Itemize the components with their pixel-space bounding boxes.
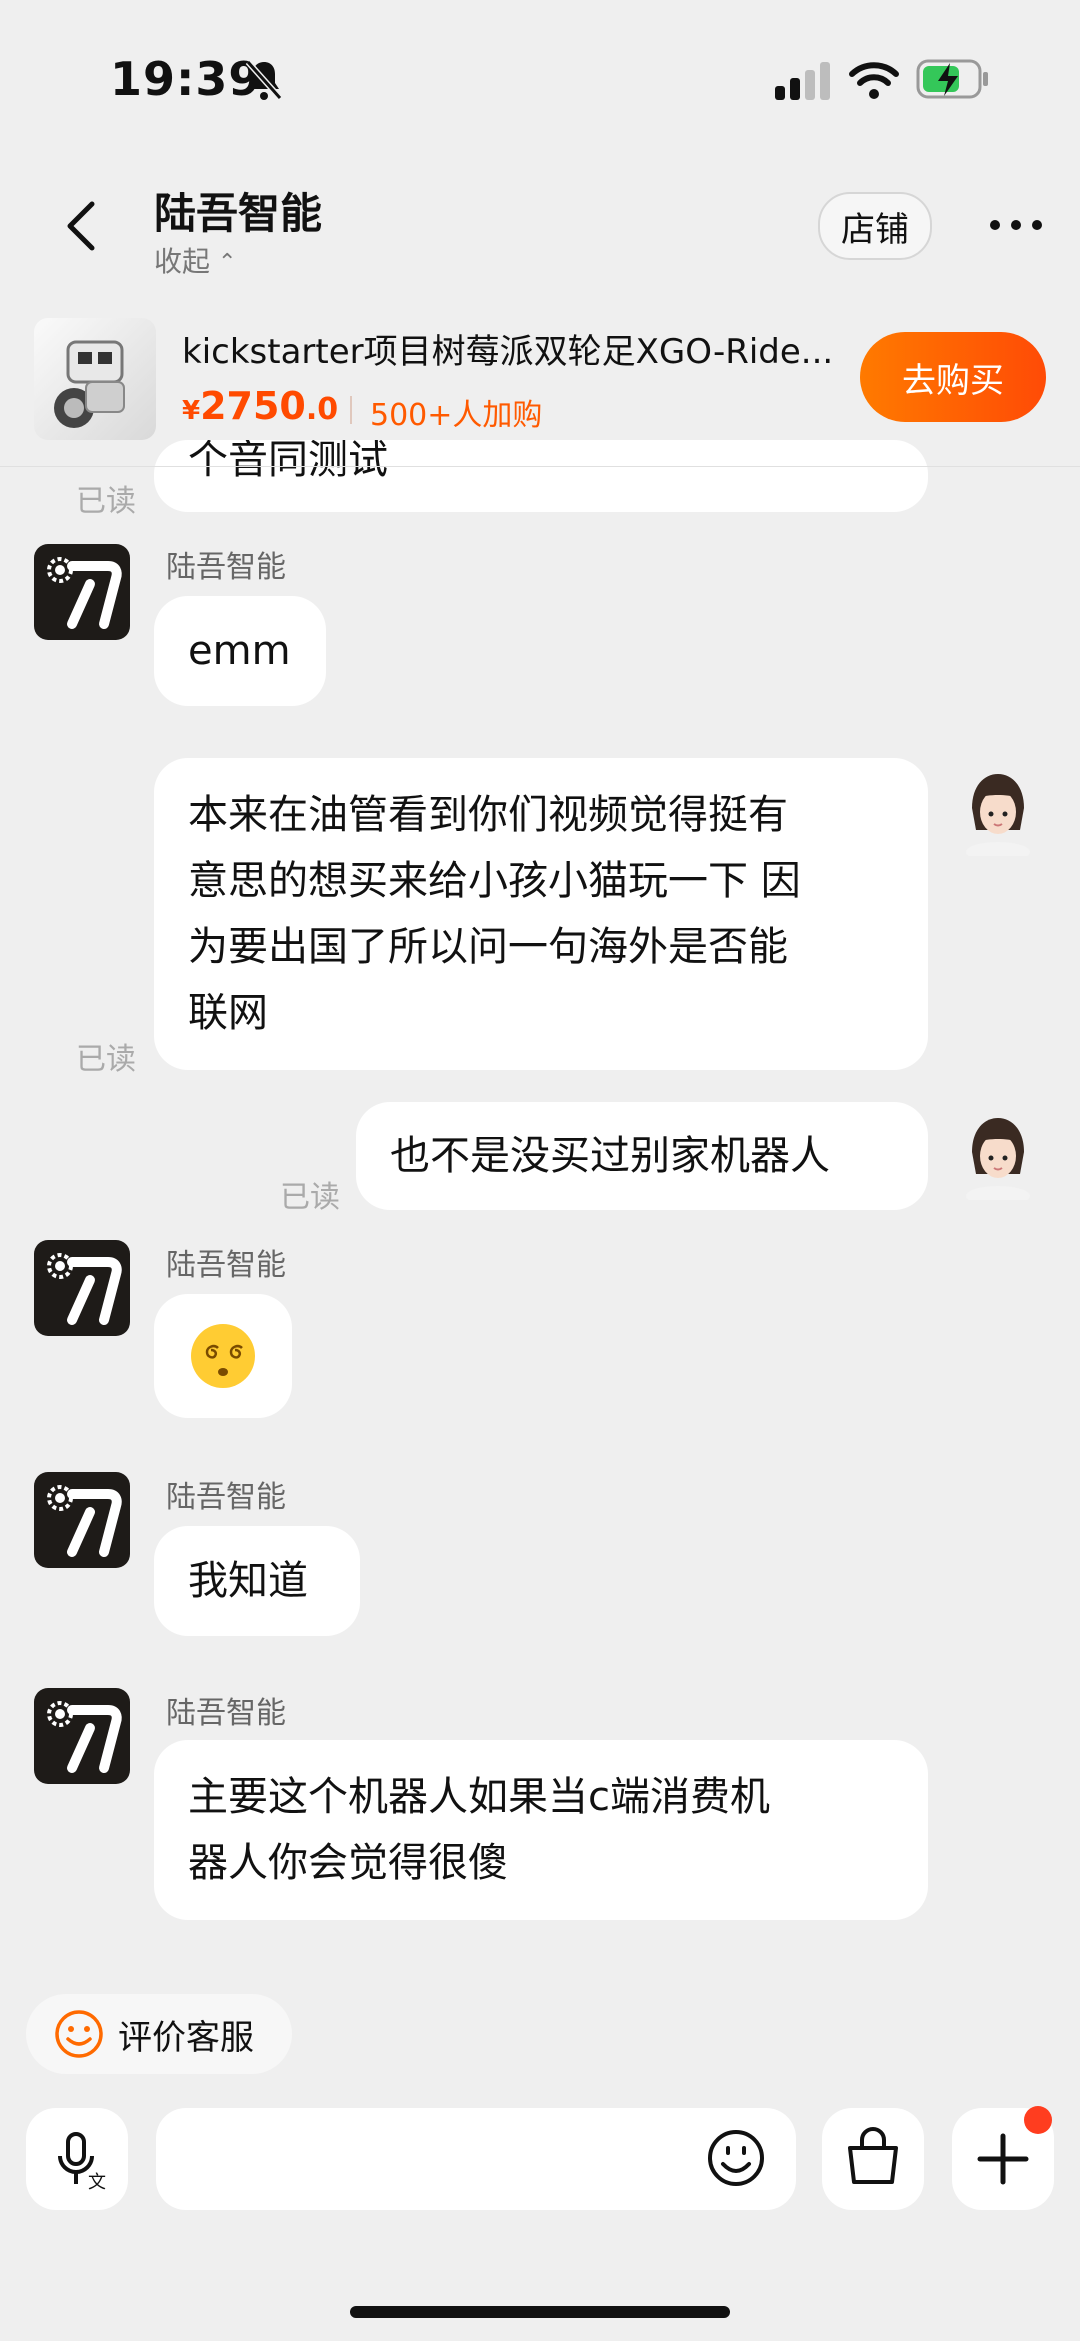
merchant-logo-icon [47, 1485, 122, 1557]
svg-text:文: 文 [88, 2172, 106, 2193]
message-text: 我知道 [188, 1558, 308, 1604]
store-button[interactable]: 店铺 [818, 192, 932, 260]
rate-service-button[interactable]: 评价客服 [26, 1994, 292, 2074]
merchant-logo-icon [47, 1253, 122, 1325]
message-text: emm [188, 628, 291, 674]
message-bubble-user[interactable]: 也不是没买过别家机器人 [356, 1102, 928, 1210]
message-bubble-merchant[interactable]: 我知道 [154, 1526, 360, 1636]
message-line: 联网 [188, 990, 268, 1036]
notification-dot [1024, 2106, 1052, 2134]
message-bubble-merchant[interactable]: 主要这个机器人如果当c端消费机 器人你会觉得很傻 [154, 1740, 928, 1920]
sender-name: 陆吾智能 [166, 550, 286, 585]
back-arrow-icon[interactable] [60, 196, 100, 256]
collapse-toggle[interactable]: 收起 ⌃ [154, 240, 236, 280]
merchant-avatar[interactable] [34, 544, 130, 640]
merchant-logo-icon [47, 1701, 122, 1773]
collapse-label: 收起 [154, 245, 211, 278]
partial-message-text: 个音同测试 [188, 440, 388, 483]
read-receipt: 已读 [76, 484, 136, 519]
user-avatar[interactable] [958, 768, 1038, 856]
header-divider-overlay [0, 466, 1080, 467]
product-name[interactable]: kickstarter项目树莓派双轮足XGO-Ride... [182, 324, 842, 373]
message-bubble-user[interactable]: 本来在油管看到你们视频觉得挺有 意思的想买来给小孩小猫玩一下 因 为要出国了所以… [154, 758, 928, 1070]
cellular-signal-icon [775, 62, 830, 100]
order-bag-button[interactable] [822, 2108, 924, 2210]
sales-count: 500+人加购 [370, 398, 543, 433]
voice-icon: 文 [58, 2132, 106, 2193]
merchant-avatar[interactable] [34, 1688, 130, 1784]
sender-name: 陆吾智能 [166, 1248, 286, 1283]
emoji-icon[interactable] [706, 2128, 766, 2188]
sender-name: 陆吾智能 [166, 1480, 286, 1515]
message-line: 本来在油管看到你们视频觉得挺有 [188, 792, 788, 838]
battery-charging-icon [916, 59, 988, 99]
message-line: 意思的想买来给小孩小猫玩一下 因 [188, 858, 801, 904]
status-time: 19:39 [110, 52, 262, 106]
chevron-up-icon: ⌃ [218, 250, 237, 275]
message-line: 主要这个机器人如果当c端消费机 [188, 1774, 770, 1820]
message-bubble-merchant[interactable] [154, 1294, 292, 1418]
buy-button[interactable]: 去购买 [860, 332, 1046, 422]
sender-name: 陆吾智能 [166, 1696, 286, 1731]
price-decimal: .0 [305, 392, 339, 427]
message-line: 器人你会觉得很傻 [188, 1840, 508, 1886]
more-options-icon[interactable] [988, 218, 1044, 232]
price-integer: 2750 [200, 384, 306, 428]
message-line: 为要出国了所以问一句海外是否能 [188, 924, 788, 970]
shop-title: 陆吾智能 [154, 189, 323, 238]
read-receipt: 已读 [76, 1042, 136, 1077]
merchant-logo-icon [47, 557, 122, 629]
user-avatar[interactable] [958, 1112, 1038, 1200]
bag-icon [848, 2127, 898, 2184]
dizzy-face-emoji-icon [191, 1324, 255, 1388]
smile-icon [55, 2010, 103, 2058]
message-input[interactable] [156, 2108, 796, 2210]
price-currency: ¥ [182, 396, 201, 426]
merchant-avatar[interactable] [34, 1240, 130, 1336]
product-thumbnail[interactable] [34, 318, 156, 440]
mute-bell-icon [245, 60, 283, 100]
price-separator [350, 396, 352, 424]
message-bubble-merchant[interactable]: emm [154, 596, 326, 706]
home-indicator[interactable] [350, 2306, 730, 2318]
rate-service-label: 评价客服 [118, 2017, 254, 2058]
product-price: ¥2750.0 [182, 384, 338, 428]
message-bubble-partial[interactable]: 个音同测试 [154, 440, 928, 512]
voice-input-button[interactable]: 文 [26, 2108, 128, 2210]
robot-product-image [54, 340, 125, 428]
read-receipt: 已读 [280, 1180, 340, 1215]
wifi-icon [849, 62, 899, 99]
merchant-avatar[interactable] [34, 1472, 130, 1568]
message-text: 也不是没买过别家机器人 [390, 1133, 830, 1179]
